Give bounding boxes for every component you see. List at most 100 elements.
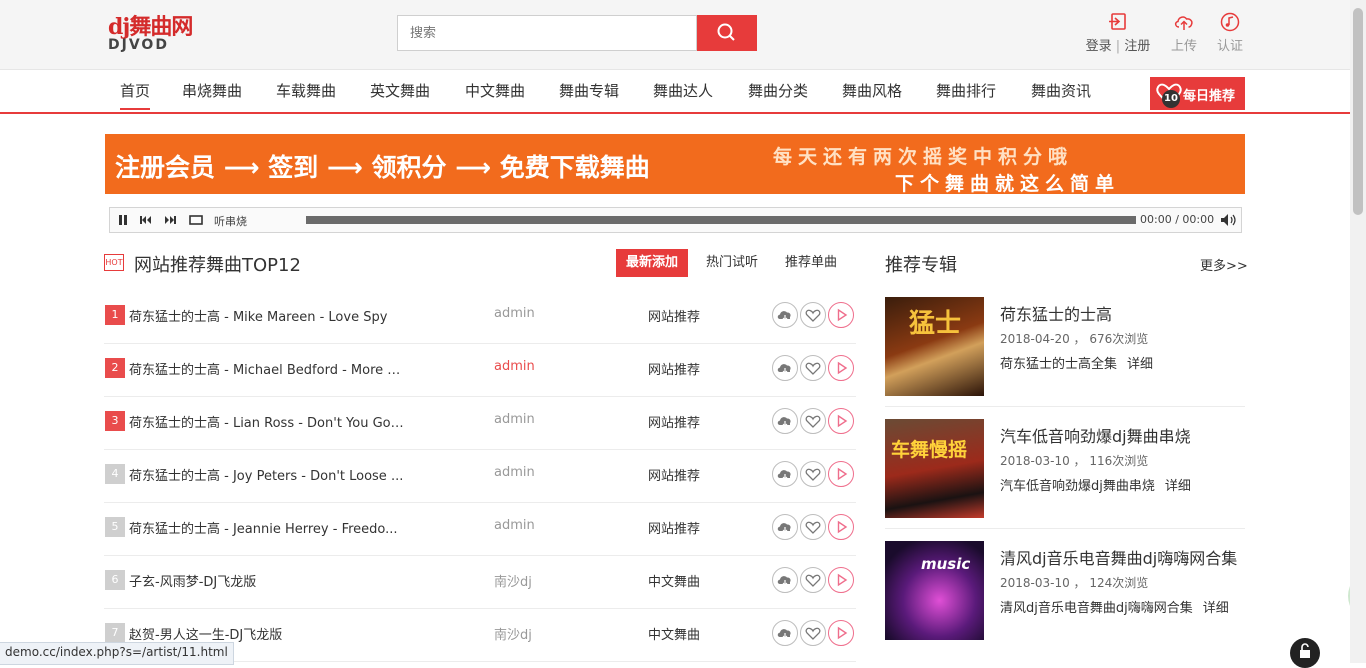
album-cover[interactable]: music xyxy=(885,541,984,640)
nav-albums[interactable]: 舞曲专辑 xyxy=(559,80,619,101)
song-category[interactable]: 中文舞曲 xyxy=(648,624,700,643)
favorite-button[interactable] xyxy=(800,514,826,540)
site-logo[interactable]: dj舞曲网 DJVOD xyxy=(108,16,208,56)
play-button[interactable] xyxy=(828,620,854,646)
song-uploader[interactable]: admin xyxy=(494,465,535,480)
next-icon[interactable] xyxy=(163,214,177,226)
song-uploader[interactable]: admin xyxy=(494,518,535,533)
favorite-button[interactable] xyxy=(800,408,826,434)
download-button[interactable] xyxy=(772,620,798,646)
favorite-button[interactable] xyxy=(800,355,826,381)
album-cover[interactable]: 猛士 xyxy=(885,297,984,396)
nav-chinese[interactable]: 中文舞曲 xyxy=(465,80,525,101)
login-link[interactable]: 登录 xyxy=(1086,39,1112,54)
song-category[interactable]: 网站推荐 xyxy=(648,465,700,484)
download-button[interactable] xyxy=(772,408,798,434)
nav-home[interactable]: 首页 xyxy=(120,80,151,110)
album-title[interactable]: 清风dj音乐电音舞曲dj嗨嗨网合集 xyxy=(1000,545,1237,569)
album-detail-link[interactable]: 详细 xyxy=(1127,357,1153,372)
register-link[interactable]: 注册 xyxy=(1124,39,1150,54)
nav-artists[interactable]: 舞曲达人 xyxy=(653,80,713,101)
album-card[interactable]: 猛士 荷东猛士的士高 2018-04-20 ， 676次浏览 荷东猛士的士高全集… xyxy=(885,297,1245,407)
album-title[interactable]: 汽车低音响劲爆dj舞曲串烧 xyxy=(1000,423,1191,447)
nav-styles[interactable]: 舞曲风格 xyxy=(842,80,902,101)
search-button[interactable] xyxy=(697,15,757,51)
play-button[interactable] xyxy=(828,567,854,593)
cloud-download-icon xyxy=(777,576,791,586)
favorite-button[interactable] xyxy=(800,302,826,328)
albums-more-link[interactable]: 更多>> xyxy=(1200,255,1248,274)
download-button[interactable] xyxy=(772,514,798,540)
search-input[interactable] xyxy=(397,15,697,51)
nav-categories[interactable]: 舞曲分类 xyxy=(748,80,808,101)
song-category[interactable]: 网站推荐 xyxy=(648,359,700,378)
album-title[interactable]: 荷东猛士的士高 xyxy=(1000,301,1112,325)
play-button[interactable] xyxy=(828,461,854,487)
page-scrollbar[interactable] xyxy=(1350,0,1366,663)
song-row[interactable]: 6 子玄-风雨梦-DJ飞龙版 南沙dj 中文舞曲 xyxy=(104,555,856,609)
pause-icon[interactable] xyxy=(117,214,129,226)
player-time: 00:00 / 00:00 xyxy=(1140,213,1215,226)
nav-car[interactable]: 车载舞曲 xyxy=(276,80,336,101)
song-row[interactable]: 2 荷东猛士的士高 - Michael Bedford - More T... … xyxy=(104,343,856,397)
nav-medley[interactable]: 串烧舞曲 xyxy=(182,80,242,101)
daily-recommend-button[interactable]: 10 每日推荐 xyxy=(1150,77,1245,110)
song-title[interactable]: 荷东猛士的士高 - Lian Ross - Don't You Go ... xyxy=(129,412,404,431)
song-title[interactable]: 荷东猛士的士高 - Joy Peters - Don't Loose ... xyxy=(129,465,404,484)
download-button[interactable] xyxy=(772,302,798,328)
album-detail-link[interactable]: 详细 xyxy=(1165,479,1191,494)
song-title[interactable]: 荷东猛士的士高 - Michael Bedford - More T... xyxy=(129,359,404,378)
album-card[interactable]: music 清风dj音乐电音舞曲dj嗨嗨网合集 2018-03-10 ， 124… xyxy=(885,541,1245,651)
volume-icon[interactable] xyxy=(1220,213,1238,227)
download-button[interactable] xyxy=(772,355,798,381)
album-card[interactable]: 车舞慢摇 汽车低音响劲爆dj舞曲串烧 2018-03-10 ， 116次浏览 汽… xyxy=(885,419,1245,529)
song-title[interactable]: 荷东猛士的士高 - Mike Mareen - Love Spy xyxy=(129,306,404,325)
play-button[interactable] xyxy=(828,514,854,540)
repeat-icon[interactable] xyxy=(188,214,204,226)
tab-hot[interactable]: 热门试听 xyxy=(696,249,768,277)
song-title[interactable]: 子玄-风雨梦-DJ飞龙版 xyxy=(129,571,404,590)
song-uploader[interactable]: admin xyxy=(494,359,535,374)
favorite-button[interactable] xyxy=(800,567,826,593)
player-progress-track[interactable] xyxy=(306,216,1136,224)
floating-lock-button[interactable] xyxy=(1290,638,1320,668)
song-uploader[interactable]: 南沙dj xyxy=(494,571,532,590)
song-row[interactable]: 5 荷东猛士的士高 - Jeannie Herrey - Freedo... a… xyxy=(104,502,856,556)
play-button[interactable] xyxy=(828,302,854,328)
album-detail-link[interactable]: 详细 xyxy=(1203,601,1229,616)
download-button[interactable] xyxy=(772,567,798,593)
nav-english[interactable]: 英文舞曲 xyxy=(370,80,430,101)
heart-icon xyxy=(805,309,821,322)
login-register: 登录 | 注册 xyxy=(1083,12,1153,56)
scrollbar-thumb[interactable] xyxy=(1353,8,1363,215)
verify-action[interactable]: 认证 xyxy=(1212,12,1248,56)
favorite-button[interactable] xyxy=(800,620,826,646)
song-category[interactable]: 中文舞曲 xyxy=(648,571,700,590)
song-uploader[interactable]: admin xyxy=(494,306,535,321)
nav-news[interactable]: 舞曲资讯 xyxy=(1031,80,1091,101)
song-category[interactable]: 网站推荐 xyxy=(648,306,700,325)
play-button[interactable] xyxy=(828,355,854,381)
song-category[interactable]: 网站推荐 xyxy=(648,518,700,537)
tab-recommended[interactable]: 推荐单曲 xyxy=(775,249,847,277)
promo-banner[interactable]: 注册会员 ⟶ 签到 ⟶ 领积分 ⟶ 免费下载舞曲 每天还有两次摇奖中积分哦 下个… xyxy=(105,134,1245,195)
song-uploader[interactable]: 南沙dj xyxy=(494,624,532,643)
upload-action[interactable]: 上传 xyxy=(1166,12,1202,56)
song-row[interactable]: 4 荷东猛士的士高 - Joy Peters - Don't Loose ...… xyxy=(104,449,856,503)
song-rank: 7 xyxy=(105,623,125,643)
status-url: demo.cc/index.php?s=/artist/11.html xyxy=(5,645,228,659)
song-category[interactable]: 网站推荐 xyxy=(648,412,700,431)
tab-latest[interactable]: 最新添加 xyxy=(616,249,689,277)
song-row[interactable]: 1 荷东猛士的士高 - Mike Mareen - Love Spy admin… xyxy=(104,290,856,344)
download-button[interactable] xyxy=(772,461,798,487)
nav-rankings[interactable]: 舞曲排行 xyxy=(936,80,996,101)
previous-icon[interactable] xyxy=(139,214,153,226)
song-title[interactable]: 荷东猛士的士高 - Jeannie Herrey - Freedo... xyxy=(129,518,404,537)
song-title[interactable]: 赵贺-男人这一生-DJ飞龙版 xyxy=(129,624,404,643)
play-button[interactable] xyxy=(828,408,854,434)
favorite-button[interactable] xyxy=(800,461,826,487)
album-cover[interactable]: 车舞慢摇 xyxy=(885,419,984,518)
album-meta: 2018-04-20 ， 676次浏览 xyxy=(1000,330,1148,347)
song-row[interactable]: 3 荷东猛士的士高 - Lian Ross - Don't You Go ...… xyxy=(104,396,856,450)
song-uploader[interactable]: admin xyxy=(494,412,535,427)
